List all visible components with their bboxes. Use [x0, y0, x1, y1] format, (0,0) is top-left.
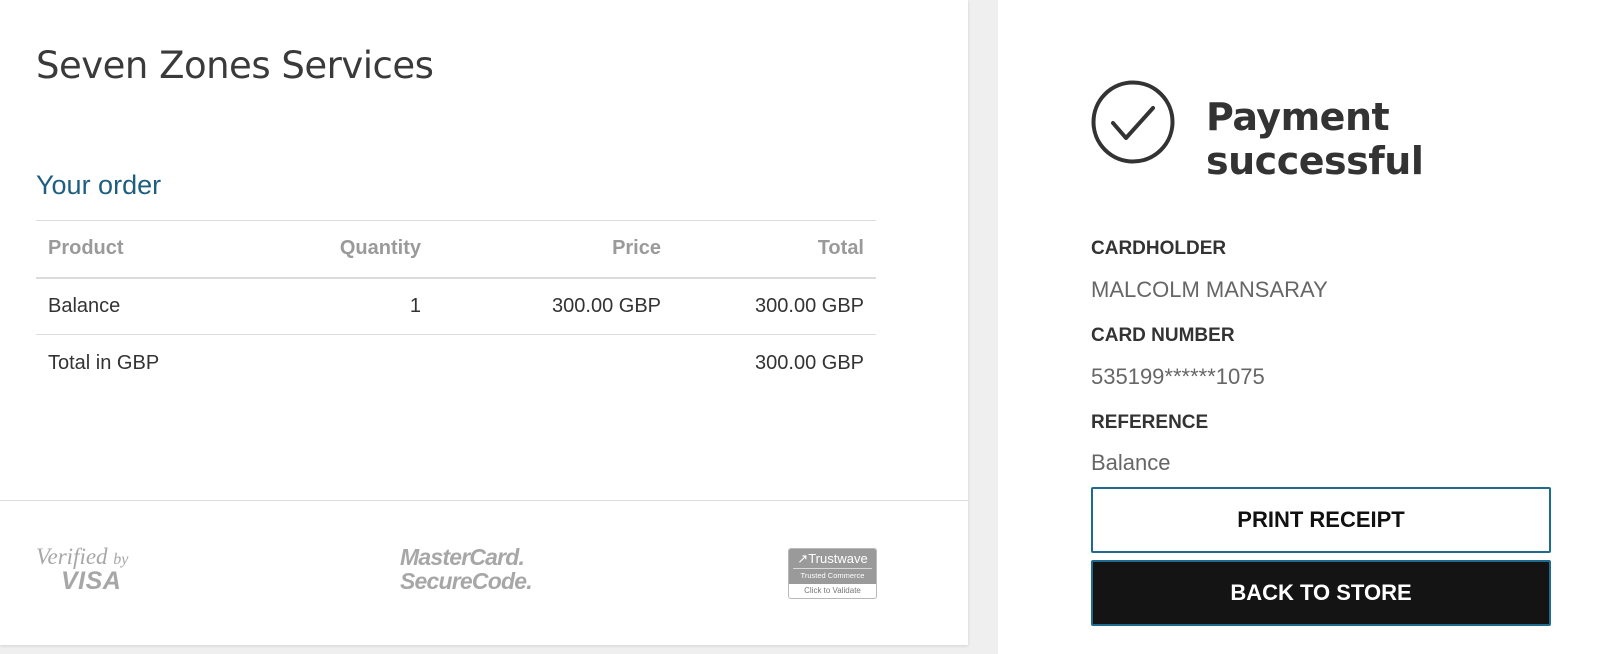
visa-logo-line1: Verified	[36, 544, 108, 569]
total-empty-price	[433, 335, 673, 392]
verified-by-visa-logo: Verified by VISA	[36, 545, 128, 594]
mastercard-logo-line1: MasterCard.	[400, 544, 525, 570]
print-receipt-button[interactable]: PRINT RECEIPT	[1091, 487, 1551, 553]
payment-panel: Payment successful CARDHOLDER MALCOLM MA…	[998, 0, 1600, 654]
visa-logo-by: by	[113, 551, 129, 568]
payment-status-title: Payment successful	[1206, 95, 1424, 183]
cardholder-label: CARDHOLDER	[1091, 238, 1227, 259]
footer-divider	[0, 500, 968, 501]
item-price: 300.00 GBP	[433, 277, 673, 335]
trustwave-sub: Trusted Commerce	[793, 568, 872, 580]
cardholder-value: MALCOLM MANSARAY	[1091, 277, 1328, 302]
trustwave-seal[interactable]: ↗Trustwave Trusted Commerce Click to Val…	[788, 548, 877, 599]
total-empty-quantity	[236, 335, 433, 392]
reference-label: REFERENCE	[1091, 412, 1209, 433]
trustwave-brand: ↗Trustwave	[797, 551, 868, 566]
visa-logo-line2: VISA	[61, 567, 122, 595]
card-number-label: CARD NUMBER	[1091, 325, 1235, 346]
reference-value: Balance	[1091, 450, 1171, 475]
trustwave-validate: Click to Validate	[804, 586, 861, 595]
item-quantity: 1	[236, 277, 433, 335]
column-header-total: Total	[673, 220, 876, 279]
column-header-product: Product	[36, 220, 236, 279]
back-to-store-button[interactable]: BACK TO STORE	[1091, 560, 1551, 626]
check-circle-icon	[1091, 80, 1175, 164]
column-header-price: Price	[433, 220, 673, 279]
table-header-row: Product Quantity Price Total	[36, 220, 876, 279]
item-product: Balance	[36, 277, 236, 335]
order-title: Your order	[36, 170, 162, 200]
card-number-value: 535199******1075	[1091, 364, 1265, 389]
column-header-quantity: Quantity	[236, 220, 433, 279]
item-total: 300.00 GBP	[673, 277, 876, 335]
table-row: Balance 1 300.00 GBP 300.00 GBP	[36, 277, 876, 335]
mastercard-securecode-logo: MasterCard. SecureCode.	[400, 544, 533, 594]
merchant-name: Seven Zones Services	[36, 44, 434, 87]
total-value: 300.00 GBP	[755, 351, 864, 374]
total-label: Total in GBP	[48, 351, 160, 374]
mastercard-logo-line2: SecureCode.	[400, 568, 533, 594]
order-table: Product Quantity Price Total Balance 1 3…	[36, 220, 876, 392]
order-panel: Seven Zones Services Your order Product …	[0, 0, 968, 645]
total-row: Total in GBP 300.00 GBP	[36, 335, 876, 392]
